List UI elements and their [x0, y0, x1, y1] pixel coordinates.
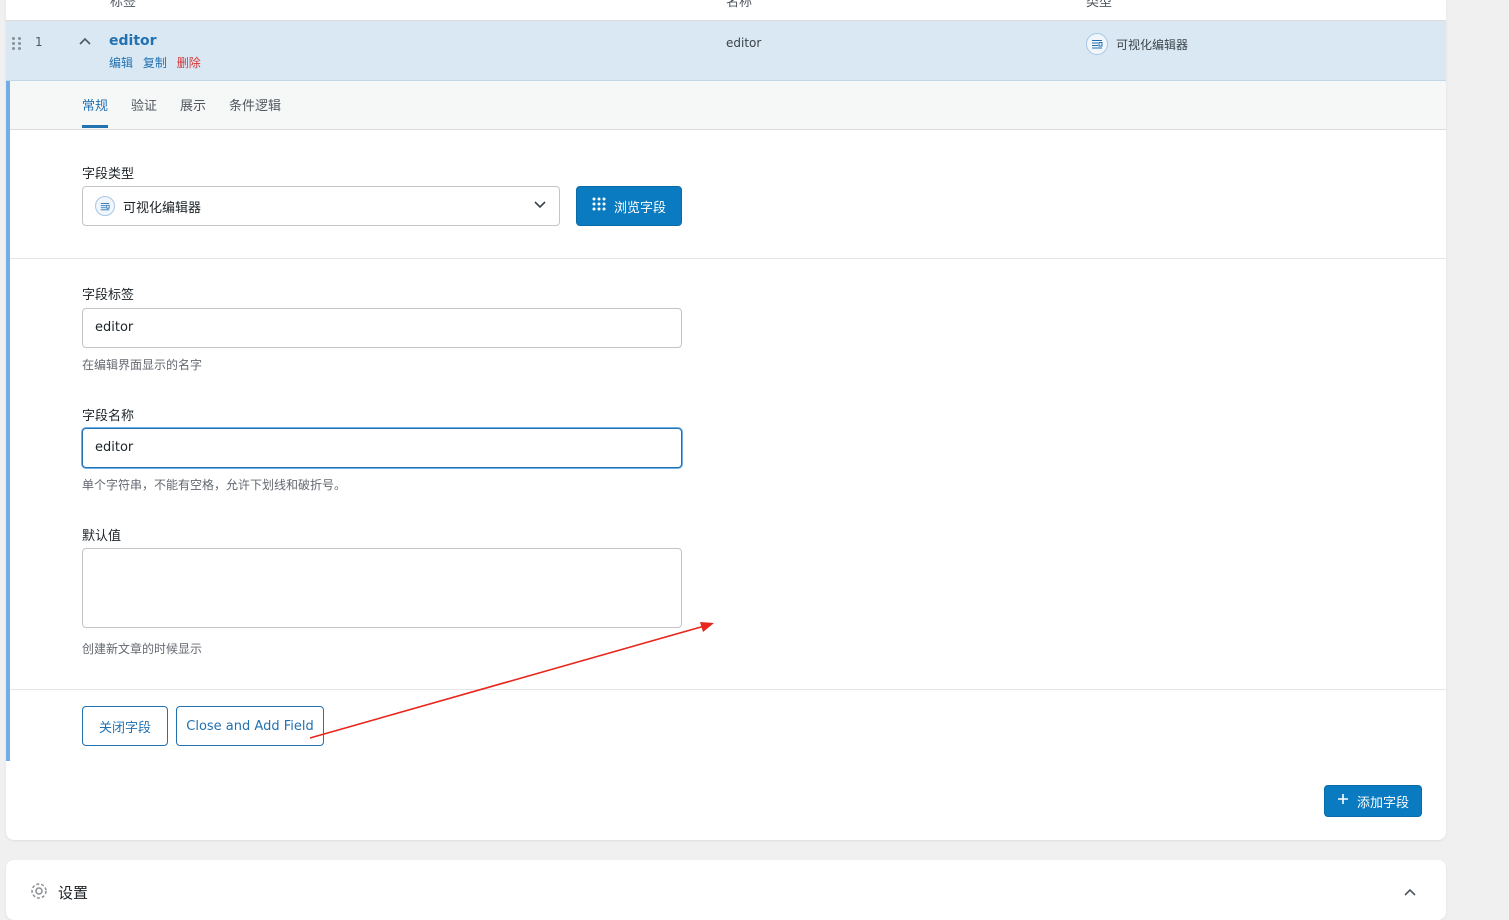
duplicate-link[interactable]: 复制 — [143, 56, 167, 70]
plus-icon — [1337, 793, 1349, 809]
field-type-selected: 可视化编辑器 — [123, 200, 202, 216]
gear-icon — [30, 882, 48, 904]
chevron-down-icon — [533, 197, 547, 215]
field-settings-tabs: 常规 验证 展示 条件逻辑 — [10, 81, 1446, 130]
tab-general[interactable]: 常规 — [82, 95, 109, 128]
tab-conditional-logic[interactable]: 条件逻辑 — [229, 95, 281, 128]
wysiwyg-editor-icon — [1086, 33, 1108, 55]
add-field-button[interactable]: 添加字段 — [1324, 785, 1422, 817]
settings-section-card[interactable]: 设置 — [6, 860, 1446, 920]
field-settings-area: 常规 验证 展示 条件逻辑 字段类型 可视化编辑器 浏览字段 字段标签 edit… — [6, 81, 1446, 761]
default-value-textarea[interactable] — [82, 548, 682, 628]
delete-link[interactable]: 删除 — [177, 56, 201, 70]
field-name-value: editor — [726, 36, 762, 50]
field-type-section: 字段类型 可视化编辑器 浏览字段 — [10, 130, 1446, 259]
tab-presentation[interactable]: 展示 — [180, 95, 206, 128]
drag-handle-icon[interactable] — [12, 35, 24, 51]
field-type-label: 字段类型 — [82, 167, 135, 182]
fields-table-header: 标签 名称 类型 — [6, 0, 1446, 21]
field-label-hint: 在编辑界面显示的名字 — [82, 358, 203, 372]
field-name-input[interactable]: editor — [82, 428, 682, 468]
field-label-heading: 字段标签 — [82, 288, 135, 303]
field-order-number: 1 — [35, 35, 43, 49]
settings-section-title: 设置 — [58, 884, 89, 902]
field-type-select[interactable]: 可视化编辑器 — [82, 186, 560, 226]
close-and-add-field-button[interactable]: Close and Add Field — [176, 706, 324, 746]
field-row-editor[interactable]: 1 editor 编辑 复制 删除 editor 可视化编辑器 — [6, 21, 1446, 81]
close-field-button[interactable]: 关闭字段 — [82, 706, 168, 746]
tab-validation[interactable]: 验证 — [131, 95, 157, 128]
field-group-panel: 标签 名称 类型 1 editor 编辑 复制 删除 editor 可视化编辑器 — [6, 0, 1446, 840]
field-name-hint: 单个字符串，不能有空格，允许下划线和破折号。 — [82, 478, 347, 492]
column-header-name: 名称 — [726, 0, 753, 10]
field-details-section: 字段标签 editor 在编辑界面显示的名字 字段名称 editor 单个字符串… — [10, 259, 1446, 690]
column-header-type: 类型 — [1086, 0, 1113, 10]
wysiwyg-editor-icon — [95, 196, 115, 216]
collapse-chevron-icon[interactable] — [76, 33, 94, 51]
default-value-hint: 创建新文章的时候显示 — [82, 642, 203, 656]
edit-link[interactable]: 编辑 — [109, 56, 133, 70]
column-header-label: 标签 — [110, 0, 137, 10]
row-actions: 编辑 复制 删除 — [109, 54, 207, 71]
grid-icon — [592, 197, 606, 215]
field-label-link[interactable]: editor — [109, 33, 157, 49]
field-type-cell: 可视化编辑器 — [1086, 33, 1188, 55]
field-label-input[interactable]: editor — [82, 308, 682, 348]
browse-fields-button[interactable]: 浏览字段 — [576, 186, 682, 226]
chevron-up-icon[interactable] — [1402, 884, 1418, 904]
field-type-value: 可视化编辑器 — [1116, 37, 1189, 52]
field-name-heading: 字段名称 — [82, 409, 135, 424]
add-field-label: 添加字段 — [1356, 795, 1409, 811]
field-footer-section: 关闭字段 Close and Add Field — [10, 690, 1446, 761]
browse-fields-label: 浏览字段 — [613, 200, 666, 216]
default-value-heading: 默认值 — [82, 529, 122, 544]
